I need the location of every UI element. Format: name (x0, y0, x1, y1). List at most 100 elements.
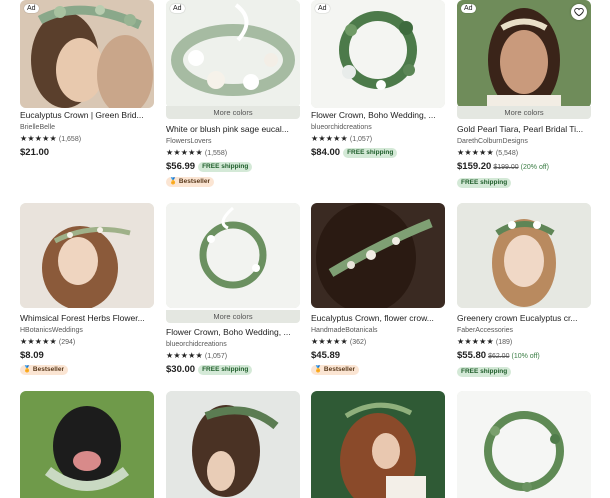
listing-image[interactable] (457, 391, 591, 498)
listing-image[interactable] (20, 0, 154, 108)
award-icon: 🏅 (314, 366, 323, 373)
review-count: (1,658) (58, 136, 82, 143)
original-price: $62.00 (488, 353, 510, 360)
shop-name[interactable]: blueorchidcreations (311, 123, 372, 132)
product-photo (457, 203, 591, 308)
shop-name[interactable]: BrielleBelle (20, 123, 55, 132)
free-shipping-badge: FREE shipping (198, 162, 253, 172)
price: $56.99 (166, 161, 196, 172)
rating: ★★★★★ (1,057) (166, 351, 227, 362)
listing-image[interactable] (457, 0, 591, 108)
price-row: $55.80 $62.00 (10% off) (457, 350, 540, 363)
listing-image[interactable] (166, 0, 300, 108)
listing-title[interactable]: Gold Pearl Tiara, Pearl Bridal Ti... (457, 124, 591, 135)
favorite-heart-icon[interactable] (571, 4, 587, 20)
rating: ★★★★★ (362) (311, 337, 366, 348)
rating: ★★★★★ (1,658) (20, 134, 81, 145)
review-count: (1,057) (204, 353, 228, 360)
ad-badge: Ad (24, 4, 39, 13)
listing-title[interactable]: Flower Crown, Boho Wedding, ... (166, 327, 300, 338)
shop-name[interactable]: FlowersLovers (166, 137, 212, 146)
price: $55.80 (457, 350, 487, 361)
product-photo (311, 0, 445, 108)
review-count: (362) (349, 339, 367, 346)
bestseller-badge: 🏅 Bestseller (20, 365, 68, 375)
more-colors-label[interactable]: More colors (457, 106, 591, 119)
original-price: $199.00 (493, 164, 519, 171)
ad-badge: Ad (461, 4, 476, 13)
price: $45.89 (311, 350, 341, 361)
listing-image[interactable] (20, 203, 154, 308)
award-icon: 🏅 (169, 178, 178, 185)
price: $8.09 (20, 350, 44, 361)
listing-image[interactable] (166, 203, 300, 308)
listing-title[interactable]: Eucalyptus Crown, flower crow... (311, 313, 445, 324)
bestseller-badge: 🏅 Bestseller (311, 365, 359, 375)
price-row: $56.99 FREE shipping (166, 161, 253, 173)
rating: ★★★★★ (189) (457, 337, 512, 348)
star-rating-icon: ★★★★★ (20, 134, 57, 143)
rating: ★★★★★ (294) (20, 337, 75, 348)
review-count: (5,548) (495, 150, 519, 157)
listing-image[interactable] (166, 391, 300, 498)
price: $159.20 (457, 161, 492, 172)
listing-image[interactable] (20, 391, 154, 498)
shop-name[interactable]: FaberAccessories (457, 326, 513, 335)
ad-badge: Ad (170, 4, 185, 13)
rating: ★★★★★ (5,548) (457, 148, 518, 159)
discount: (20% off) (520, 164, 549, 171)
product-photo (20, 0, 154, 108)
bestseller-label: Bestseller (323, 366, 355, 373)
price-row: $84.00 FREE shipping (311, 147, 398, 159)
listing-image[interactable] (457, 203, 591, 308)
discount: (10% off) (511, 353, 540, 360)
product-photo (20, 203, 154, 308)
listing-title[interactable]: Whimsical Forest Herbs Flower... (20, 313, 154, 324)
bestseller-badge: 🏅 Bestseller (166, 177, 214, 187)
bestseller-label: Bestseller (32, 366, 64, 373)
product-photo (166, 0, 300, 108)
price: $30.00 (166, 364, 196, 375)
bestseller-label: Bestseller (178, 178, 210, 185)
star-rating-icon: ★★★★★ (457, 337, 494, 346)
star-rating-icon: ★★★★★ (166, 351, 203, 360)
more-colors-label[interactable]: More colors (166, 106, 300, 119)
review-count: (189) (495, 339, 513, 346)
star-rating-icon: ★★★★★ (457, 148, 494, 157)
listing-title[interactable]: White or blush pink sage eucal... (166, 124, 300, 135)
free-shipping-badge: FREE shipping (343, 148, 398, 158)
listing-image[interactable] (311, 391, 445, 498)
listing-title[interactable]: Eucalyptus Crown | Green Brid... (20, 110, 154, 121)
rating: ★★★★★ (1,057) (311, 134, 372, 145)
shop-name[interactable]: blueorchidcreations (166, 340, 227, 349)
review-count: (1,057) (349, 136, 373, 143)
free-shipping-badge: FREE shipping (457, 178, 512, 188)
star-rating-icon: ★★★★★ (20, 337, 57, 346)
listing-title[interactable]: Greenery crown Eucalyptus cr... (457, 313, 591, 324)
ad-badge: Ad (315, 4, 330, 13)
rating: ★★★★★ (1,558) (166, 148, 227, 159)
listing-image[interactable] (311, 203, 445, 308)
free-shipping-badge: FREE shipping (198, 365, 253, 375)
free-shipping-badge: FREE shipping (457, 367, 512, 377)
star-rating-icon: ★★★★★ (311, 134, 348, 143)
shop-name[interactable]: HBotanicsWeddings (20, 326, 83, 335)
product-photo (311, 203, 445, 308)
review-count: (294) (58, 339, 76, 346)
shop-name[interactable]: DarethColburnDesigns (457, 137, 528, 146)
more-colors-label[interactable]: More colors (166, 310, 300, 323)
review-count: (1,558) (204, 150, 228, 157)
product-photo (166, 391, 300, 498)
product-photo (311, 391, 445, 498)
shop-name[interactable]: HandmadeBotanicals (311, 326, 378, 335)
price-row: $159.20 $199.00 (20% off) (457, 161, 549, 174)
product-photo (457, 0, 591, 108)
listing-image[interactable] (311, 0, 445, 108)
product-photo (20, 391, 154, 498)
price: $84.00 (311, 147, 341, 158)
star-rating-icon: ★★★★★ (311, 337, 348, 346)
listing-title[interactable]: Flower Crown, Boho Wedding, ... (311, 110, 445, 121)
product-photo (166, 203, 300, 308)
product-photo (457, 391, 591, 498)
award-icon: 🏅 (23, 366, 32, 373)
